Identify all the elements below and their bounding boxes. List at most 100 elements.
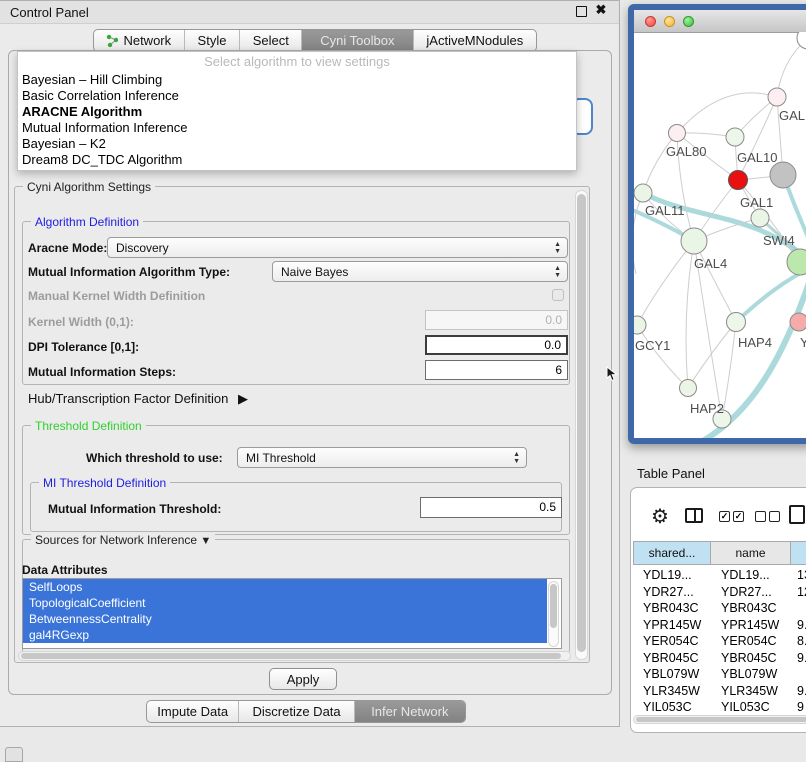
sources-title[interactable]: Sources for Network Inference ▼ — [31, 533, 215, 547]
float-window-icon[interactable] — [576, 6, 587, 17]
algorithm-option-selected[interactable]: ARACNE Algorithm — [22, 104, 572, 120]
node-partial-topright[interactable] — [797, 32, 806, 49]
node-gal80[interactable] — [669, 125, 686, 142]
select-all-checked-icon[interactable]: ✓ — [719, 511, 730, 522]
select-all-checked-icon[interactable]: ✓ — [733, 511, 744, 522]
attributes-list-scrollbar[interactable] — [548, 581, 559, 647]
table-cell: YBL079W — [643, 667, 699, 681]
tab-style[interactable]: Style — [185, 30, 241, 51]
mi-threshold-field[interactable]: 0.5 — [420, 497, 562, 518]
node-gcy1[interactable] — [634, 316, 646, 334]
node-salmon[interactable] — [790, 313, 806, 331]
which-threshold-combobox[interactable]: MI Threshold ▲▼ — [237, 447, 527, 468]
chevron-right-icon: ▶ — [238, 391, 248, 406]
node-swi4[interactable] — [751, 209, 769, 227]
attribute-item[interactable]: SelfLoops — [23, 579, 547, 595]
gear-icon[interactable]: ⚙ — [651, 504, 669, 529]
column-header-shared[interactable]: shared... — [633, 541, 711, 565]
collapsed-panel-button[interactable] — [5, 747, 23, 762]
which-threshold-value: MI Threshold — [246, 451, 316, 465]
table-cell: YIL053C — [643, 700, 692, 714]
new-table-icon[interactable] — [789, 505, 805, 524]
table-cell: YPR145W — [721, 618, 779, 632]
table-column-shared-values[interactable]: YDL19...YDR27...YBR043CYPR145WYER054CYBR… — [643, 567, 701, 716]
mi-steps-label: Mutual Information Steps: — [28, 365, 176, 379]
node-label: GAL4 — [694, 256, 727, 271]
tab-style-label: Style — [198, 33, 227, 48]
tab-network[interactable]: Network — [94, 30, 185, 51]
zoom-traffic-light-icon[interactable] — [683, 16, 694, 27]
dpi-tolerance-field[interactable]: 0.0 — [425, 335, 568, 355]
settings-horizontal-scrollbar[interactable] — [18, 651, 571, 661]
apply-button-label: Apply — [287, 672, 320, 687]
hub-definition-toggle[interactable]: Hub/Transcription Factor Definition ▶ — [28, 391, 248, 407]
table-cell: YER054C — [721, 634, 777, 648]
node-gray[interactable] — [770, 162, 796, 188]
tab-network-label: Network — [123, 33, 171, 48]
minimize-traffic-light-icon[interactable] — [664, 16, 675, 27]
settings-vertical-scrollbar[interactable] — [575, 190, 588, 660]
mi-steps-field[interactable]: 6 — [425, 360, 568, 380]
table-cell: YLR345W — [643, 684, 700, 698]
node-label: GAL11 — [645, 203, 685, 218]
which-threshold-label: Which threshold to use: — [86, 451, 223, 465]
node-label: HAP2 — [690, 401, 724, 416]
node-gal4[interactable] — [681, 228, 707, 254]
threshold-definition-title: Threshold Definition — [31, 419, 146, 433]
table-cell: 12 — [797, 585, 806, 599]
chevron-down-icon: ▼ — [200, 535, 211, 547]
kernel-width-label: Kernel Width (0,1): — [28, 315, 134, 329]
deselect-all-icon[interactable] — [755, 511, 766, 522]
table-cell: YDL19... — [721, 568, 770, 582]
control-panel-title: Control Panel — [10, 5, 89, 20]
tab-cyni-toolbox[interactable]: Cyni Toolbox — [302, 30, 413, 51]
table-cell: YBR045C — [721, 651, 777, 665]
manual-kernel-checkbox[interactable] — [552, 289, 564, 301]
algorithm-dropdown-popup: Select algorithm to view settings Bayesi… — [17, 51, 577, 171]
node-gal1-red[interactable] — [729, 171, 748, 190]
table-horizontal-scrollbar[interactable] — [633, 715, 806, 724]
close-traffic-light-icon[interactable] — [645, 16, 656, 27]
table-column-name-values[interactable]: YDL19...YDR27...YBR043CYPR145WYER054CYBR… — [721, 567, 779, 716]
column-header-partial[interactable]: A — [791, 541, 806, 565]
algorithm-option[interactable]: Mutual Information Inference — [22, 120, 572, 136]
algorithm-definition-title: Algorithm Definition — [31, 215, 143, 229]
attribute-item[interactable]: BetweennessCentrality — [23, 611, 547, 627]
algorithm-option[interactable]: Basic Correlation Inference — [22, 88, 572, 104]
table-cell: 9 — [797, 700, 804, 714]
node-hap2[interactable] — [680, 380, 697, 397]
tab-infer-network[interactable]: Infer Network — [355, 701, 465, 722]
algorithm-option[interactable]: Dream8 DC_TDC Algorithm — [22, 152, 572, 168]
table-cell: 8. — [797, 634, 806, 648]
node-gal10[interactable] — [726, 128, 744, 146]
apply-button[interactable]: Apply — [269, 668, 337, 690]
algorithm-option[interactable]: Bayesian – Hill Climbing — [22, 72, 572, 88]
attribute-item[interactable]: TopologicalCoefficient — [23, 595, 547, 611]
tab-impute-data[interactable]: Impute Data — [147, 701, 239, 722]
node-bright-green[interactable] — [787, 249, 806, 275]
table-cell: YBR045C — [643, 651, 699, 665]
node-gal11[interactable] — [634, 184, 652, 202]
node-label: HAP4 — [738, 335, 772, 350]
tab-jactivemnodules[interactable]: jActiveMNodules — [414, 30, 536, 51]
table-column-partial-values[interactable]: 1312 9.8.9. 9.9 — [797, 567, 806, 716]
aracne-mode-combobox[interactable]: Discovery ▲▼ — [107, 237, 568, 258]
mi-threshold-group-title: MI Threshold Definition — [39, 476, 170, 490]
node-pink-top[interactable] — [768, 88, 786, 106]
network-icon — [106, 34, 119, 47]
tab-discretize-data[interactable]: Discretize Data — [239, 701, 354, 722]
network-canvas[interactable]: GAL GAL80 GAL10 GAL1 GAL11 SWI4 GAL4 GCY… — [634, 32, 806, 438]
tab-select[interactable]: Select — [240, 30, 302, 51]
kernel-width-field[interactable]: 0.0 — [425, 310, 568, 330]
close-window-icon[interactable]: ✖ — [595, 4, 607, 16]
algorithm-option[interactable]: Bayesian – K2 — [22, 136, 572, 152]
node-hap4[interactable] — [727, 313, 746, 332]
deselect-all-icon[interactable] — [769, 511, 780, 522]
columns-icon[interactable] — [685, 508, 703, 523]
data-attributes-list: SelfLoops TopologicalCoefficient Between… — [22, 578, 562, 649]
attribute-item[interactable]: gal4RGexp — [23, 627, 547, 643]
tab-impute-data-label: Impute Data — [157, 704, 228, 719]
column-header-name[interactable]: name — [711, 541, 791, 565]
table-cell: YER054C — [643, 634, 699, 648]
mi-type-combobox[interactable]: Naive Bayes ▲▼ — [272, 261, 568, 282]
